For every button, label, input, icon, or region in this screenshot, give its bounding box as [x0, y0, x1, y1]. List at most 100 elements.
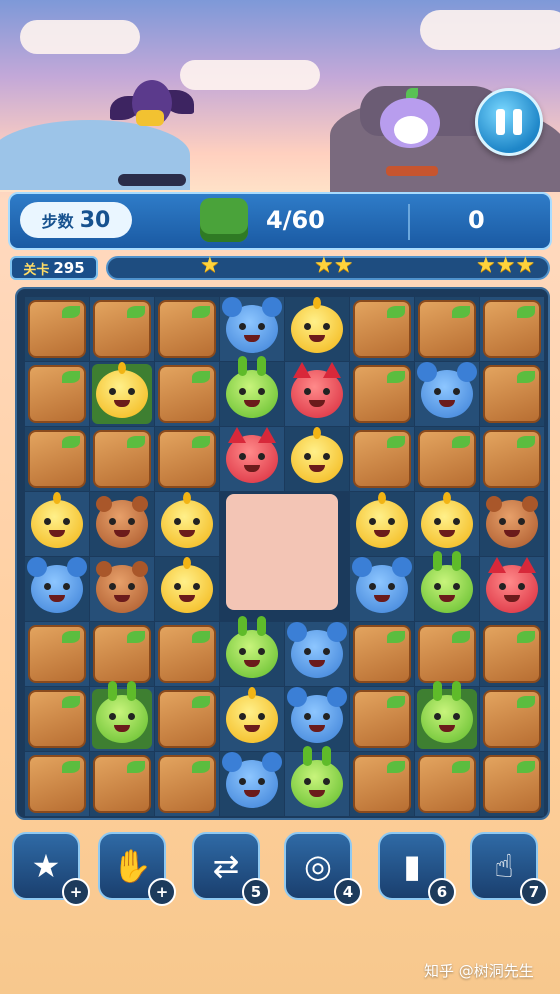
board-cell[interactable] — [220, 687, 284, 751]
board-cell[interactable] — [90, 297, 154, 361]
board-cell[interactable] — [415, 551, 479, 621]
board-cell[interactable] — [25, 362, 89, 426]
board-cell[interactable] — [480, 557, 544, 621]
board-cell[interactable] — [285, 297, 349, 361]
board-cell[interactable] — [350, 492, 414, 556]
board-cell[interactable] — [155, 752, 219, 816]
board-cell[interactable] — [90, 622, 154, 686]
wooden-crate-icon — [483, 625, 541, 683]
wooden-crate-icon — [28, 625, 86, 683]
board-cell[interactable] — [350, 687, 414, 751]
board-cell[interactable] — [25, 492, 89, 556]
level-value: 295 — [53, 259, 85, 277]
board-cell[interactable] — [90, 427, 154, 491]
board-cell[interactable] — [155, 622, 219, 686]
board-cell[interactable] — [285, 362, 349, 426]
level-badge: 关卡 295 — [10, 256, 98, 280]
board-cell[interactable] — [415, 681, 479, 751]
board-cell[interactable] — [350, 622, 414, 686]
board-cell[interactable] — [415, 362, 479, 426]
board-cell[interactable] — [25, 557, 89, 621]
board-cell[interactable] — [350, 362, 414, 426]
board-cell[interactable] — [90, 681, 154, 751]
board-cell[interactable] — [350, 427, 414, 491]
board-cell[interactable] — [25, 687, 89, 751]
mouse-icon — [222, 297, 282, 353]
score-progress-bar: ★ ★★ ★★★ — [106, 253, 550, 280]
booster-count-badge: + — [62, 878, 90, 906]
star-3-icon: ★★★ — [476, 253, 536, 278]
board-cell[interactable] — [480, 492, 544, 556]
bunny-icon — [421, 681, 473, 743]
bear-icon — [486, 496, 538, 548]
board-cell[interactable] — [155, 427, 219, 491]
grass-goal-icon — [200, 198, 248, 242]
board-cell[interactable] — [220, 297, 284, 361]
wooden-crate-icon — [93, 625, 151, 683]
booster-count-badge: 6 — [428, 878, 456, 906]
board-cell[interactable] — [155, 687, 219, 751]
board-cell[interactable] — [25, 752, 89, 816]
board-cell[interactable] — [220, 427, 284, 491]
glove-icon: ✋ — [112, 847, 152, 885]
wooden-crate-icon — [93, 755, 151, 813]
hand-pointer-icon: ☝ — [494, 847, 514, 885]
board-cell[interactable] — [25, 427, 89, 491]
wooden-crate-icon — [353, 755, 411, 813]
top-scene — [0, 0, 560, 192]
wooden-crate-icon — [93, 300, 151, 358]
chick-icon — [291, 297, 343, 353]
board-cell[interactable] — [480, 752, 544, 816]
board-cell[interactable] — [90, 752, 154, 816]
board-cell[interactable] — [220, 356, 284, 426]
board-cell[interactable] — [415, 297, 479, 361]
booster-count-badge: 5 — [242, 878, 270, 906]
wooden-crate-icon — [28, 690, 86, 748]
board-cell[interactable] — [415, 427, 479, 491]
board-cell[interactable] — [415, 492, 479, 556]
board-cell[interactable] — [285, 427, 349, 491]
board-cell[interactable] — [220, 752, 284, 816]
chick-icon — [161, 492, 213, 548]
wooden-crate-icon — [418, 300, 476, 358]
wooden-crate-icon — [418, 755, 476, 813]
board-cell[interactable] — [480, 362, 544, 426]
wooden-crate-icon — [158, 365, 216, 423]
board-cell[interactable] — [90, 557, 154, 621]
wooden-crate-icon — [483, 430, 541, 488]
booster-count-badge: + — [148, 878, 176, 906]
board-cell[interactable] — [90, 362, 154, 426]
board-cell[interactable] — [155, 557, 219, 621]
board-cell[interactable] — [480, 687, 544, 751]
cat-character — [376, 88, 446, 178]
bunny-icon — [421, 551, 473, 613]
board-cell[interactable] — [285, 687, 349, 751]
board-cell[interactable] — [25, 622, 89, 686]
board-cell[interactable] — [285, 746, 349, 816]
board-cell[interactable] — [155, 362, 219, 426]
star-1-icon: ★ — [200, 253, 220, 278]
wooden-crate-icon — [353, 365, 411, 423]
board-cell[interactable] — [285, 622, 349, 686]
board-cell[interactable] — [480, 622, 544, 686]
board-cell[interactable] — [90, 492, 154, 556]
board-cell[interactable] — [480, 427, 544, 491]
board-cell[interactable] — [350, 752, 414, 816]
board-cell[interactable] — [415, 752, 479, 816]
wooden-crate-icon — [158, 430, 216, 488]
board-cell[interactable] — [350, 557, 414, 621]
wooden-crate-icon — [353, 300, 411, 358]
board-cell[interactable] — [415, 622, 479, 686]
board-cell[interactable] — [480, 297, 544, 361]
board-cell[interactable] — [155, 297, 219, 361]
board-cell[interactable] — [350, 297, 414, 361]
board-cell[interactable] — [220, 616, 284, 686]
level-label: 关卡 — [23, 262, 50, 278]
cloud — [20, 20, 140, 54]
wooden-crate-icon — [158, 690, 216, 748]
board-cell[interactable] — [155, 492, 219, 556]
pause-button[interactable] — [475, 88, 543, 156]
fox-icon — [486, 557, 538, 613]
mouse-icon — [287, 622, 347, 678]
board-cell[interactable] — [25, 297, 89, 361]
